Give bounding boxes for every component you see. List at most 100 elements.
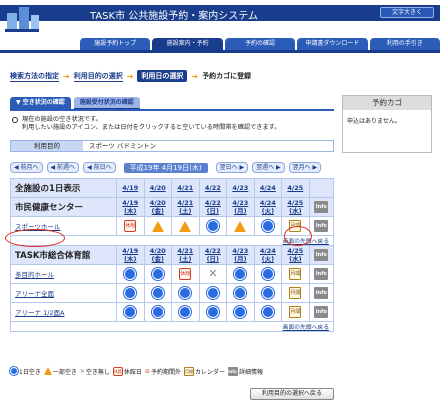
available-circle-icon[interactable] [124,287,137,299]
nav-confirm[interactable]: 予約の確認 [224,38,296,50]
info-icon: Info [227,366,238,376]
date-link[interactable]: 4/25 (水) [287,247,303,263]
available-circle-icon[interactable] [234,268,247,280]
nav-download[interactable]: 申請書ダウンロード [297,38,368,50]
available-circle-icon[interactable] [261,306,274,318]
nav-facility[interactable]: 施設案内・予約 [152,38,223,50]
date-link[interactable]: 4/24 [260,184,276,192]
date-link[interactable]: 4/22 [205,184,221,192]
date-link[interactable]: 4/21 (土) [177,247,193,263]
cross-icon: ✕ [79,367,85,375]
nav-divider [0,50,440,53]
tab-bar: ▼ 空き状況の確認 施設受付状況の確認 [10,97,140,109]
date-link[interactable]: 4/19 (木) [122,247,138,263]
available-circle-icon[interactable] [124,306,137,318]
step-date-current: 利用日の選択 [137,70,188,82]
facility-link[interactable]: 多目的ホール [10,264,117,284]
date-link[interactable]: 4/19 (木) [122,199,138,215]
facility-link[interactable]: アリーナ全面 [10,283,117,303]
cart-empty-message: 申込はありません。 [347,118,401,125]
arrow-icon: ➔ [191,71,199,81]
tab-reception[interactable]: 施設受付状況の確認 [73,97,140,109]
circle-icon [10,367,18,375]
available-circle-icon[interactable] [261,268,274,280]
info-icon[interactable]: Info [314,287,329,299]
date-link[interactable]: 4/21 (土) [177,199,193,215]
available-circle-icon[interactable] [206,220,219,232]
available-circle-icon[interactable] [151,287,164,299]
available-circle-icon[interactable] [151,306,164,318]
info-icon[interactable]: Info [314,306,329,318]
city-logo-icon [5,7,39,32]
info-line-2: 利用したい施設のアイコン、または日付をクリックすると空いている時間帯を確認できま… [22,124,281,131]
monthly-calendar-icon[interactable]: 月間 [289,287,302,299]
step-purpose[interactable]: 利用目的の選択 [73,71,123,82]
date-link[interactable]: 4/20 [150,184,166,192]
date-link[interactable]: 4/25 [287,184,303,192]
next-month-button[interactable]: 翌月へ ▶ [288,162,322,173]
prev-week-button[interactable]: ◀ 前週へ [46,162,80,173]
date-link[interactable]: 4/20 (金) [150,199,166,215]
closed-day-icon[interactable]: 休館 [179,268,192,280]
breadcrumb: 検索方法の指定 ➔ 利用目的の選択 ➔ 利用日の選択 ➔ 予約カゴに登録 [10,70,251,82]
date-link[interactable]: 4/22 (日) [205,199,221,215]
step-search[interactable]: 検索方法の指定 [10,71,59,82]
available-circle-icon[interactable] [206,287,219,299]
available-circle-icon[interactable] [261,287,274,299]
table-row: アリーナ全面 月間 Info [10,283,335,303]
date-link[interactable]: 4/19 [122,184,138,192]
info-icon[interactable]: Info [314,201,329,213]
font-size-button[interactable]: 文字大きく [380,7,434,18]
partial-triangle-icon[interactable] [151,220,164,232]
date-link[interactable]: 4/23 (月) [232,247,248,263]
info-text: 現在の施設の空き状況です。 利用したい施設のアイコン、または日付をクリックすると… [12,116,322,132]
legend-item: 1日空き [10,367,41,376]
date-link[interactable]: 4/25 (水) [287,199,303,215]
cart-title: 予約カゴ [343,96,431,110]
available-circle-icon[interactable] [179,287,192,299]
available-circle-icon[interactable] [234,287,247,299]
date-link[interactable]: 4/21 [177,184,193,192]
full-cross-icon[interactable]: ✕ [207,268,219,280]
date-link[interactable]: 4/20 (金) [150,247,166,263]
info-icon[interactable]: Info [314,249,329,261]
available-circle-icon[interactable] [124,268,137,280]
tab-availability[interactable]: ▼ 空き状況の確認 [10,97,71,109]
nav-guide[interactable]: 利用の手引き [369,38,440,50]
back-to-purpose-button[interactable]: 利用目的の選択へ戻る [250,388,334,400]
next-day-button[interactable]: 翌日へ ▶ [215,162,249,173]
prev-day-button[interactable]: ◀ 前日へ [83,162,116,173]
group-header: 市民健康センター [10,197,117,217]
monthly-calendar-icon[interactable]: 月間 [289,306,302,318]
date-link[interactable]: 4/24 (火) [260,247,276,263]
closed-day-icon[interactable]: 休館 [124,220,137,232]
available-circle-icon[interactable] [151,268,164,280]
available-circle-icon[interactable] [179,306,192,318]
legend-item: ⊘ 予約期間外 [144,367,181,376]
date-link[interactable]: 4/24 (火) [260,199,276,215]
date-link[interactable]: 4/22 (日) [205,247,221,263]
group-header: 全施設の1日表示 [10,178,117,198]
legend-item: 一部空き [43,367,77,376]
date-link[interactable]: 4/23 [232,184,248,192]
date-link[interactable]: 4/23 (月) [232,199,248,215]
page-title: TASK市 公共施設予約・案内システム [90,11,258,22]
partial-triangle-icon[interactable] [234,220,247,232]
table-row: 多目的ホール 休館 ✕ 月間 Info [10,264,335,284]
nav-top[interactable]: 施設予約トップ [80,38,151,50]
info-icon[interactable]: Info [314,220,329,232]
header: TASK市 公共施設予約・案内システム 文字大きく [0,0,440,38]
back-to-top-link[interactable]: 画面の先頭へ戻る [10,321,334,332]
available-circle-icon[interactable] [261,220,274,232]
legend-item: ✕ 空き無し [79,367,110,376]
tab-divider [10,109,334,111]
available-circle-icon[interactable] [206,306,219,318]
prev-month-button[interactable]: ◀ 前月へ [10,162,43,173]
available-circle-icon[interactable] [234,306,247,318]
facility-link[interactable]: アリーナ 1/2面A [10,302,117,322]
purpose-row: 利用目的 スポーツ バドミントン [10,140,334,152]
info-icon[interactable]: Info [314,268,329,280]
monthly-calendar-icon[interactable]: 月間 [289,268,302,280]
next-week-button[interactable]: 翌週へ ▶ [252,162,285,173]
partial-triangle-icon[interactable] [179,220,192,232]
